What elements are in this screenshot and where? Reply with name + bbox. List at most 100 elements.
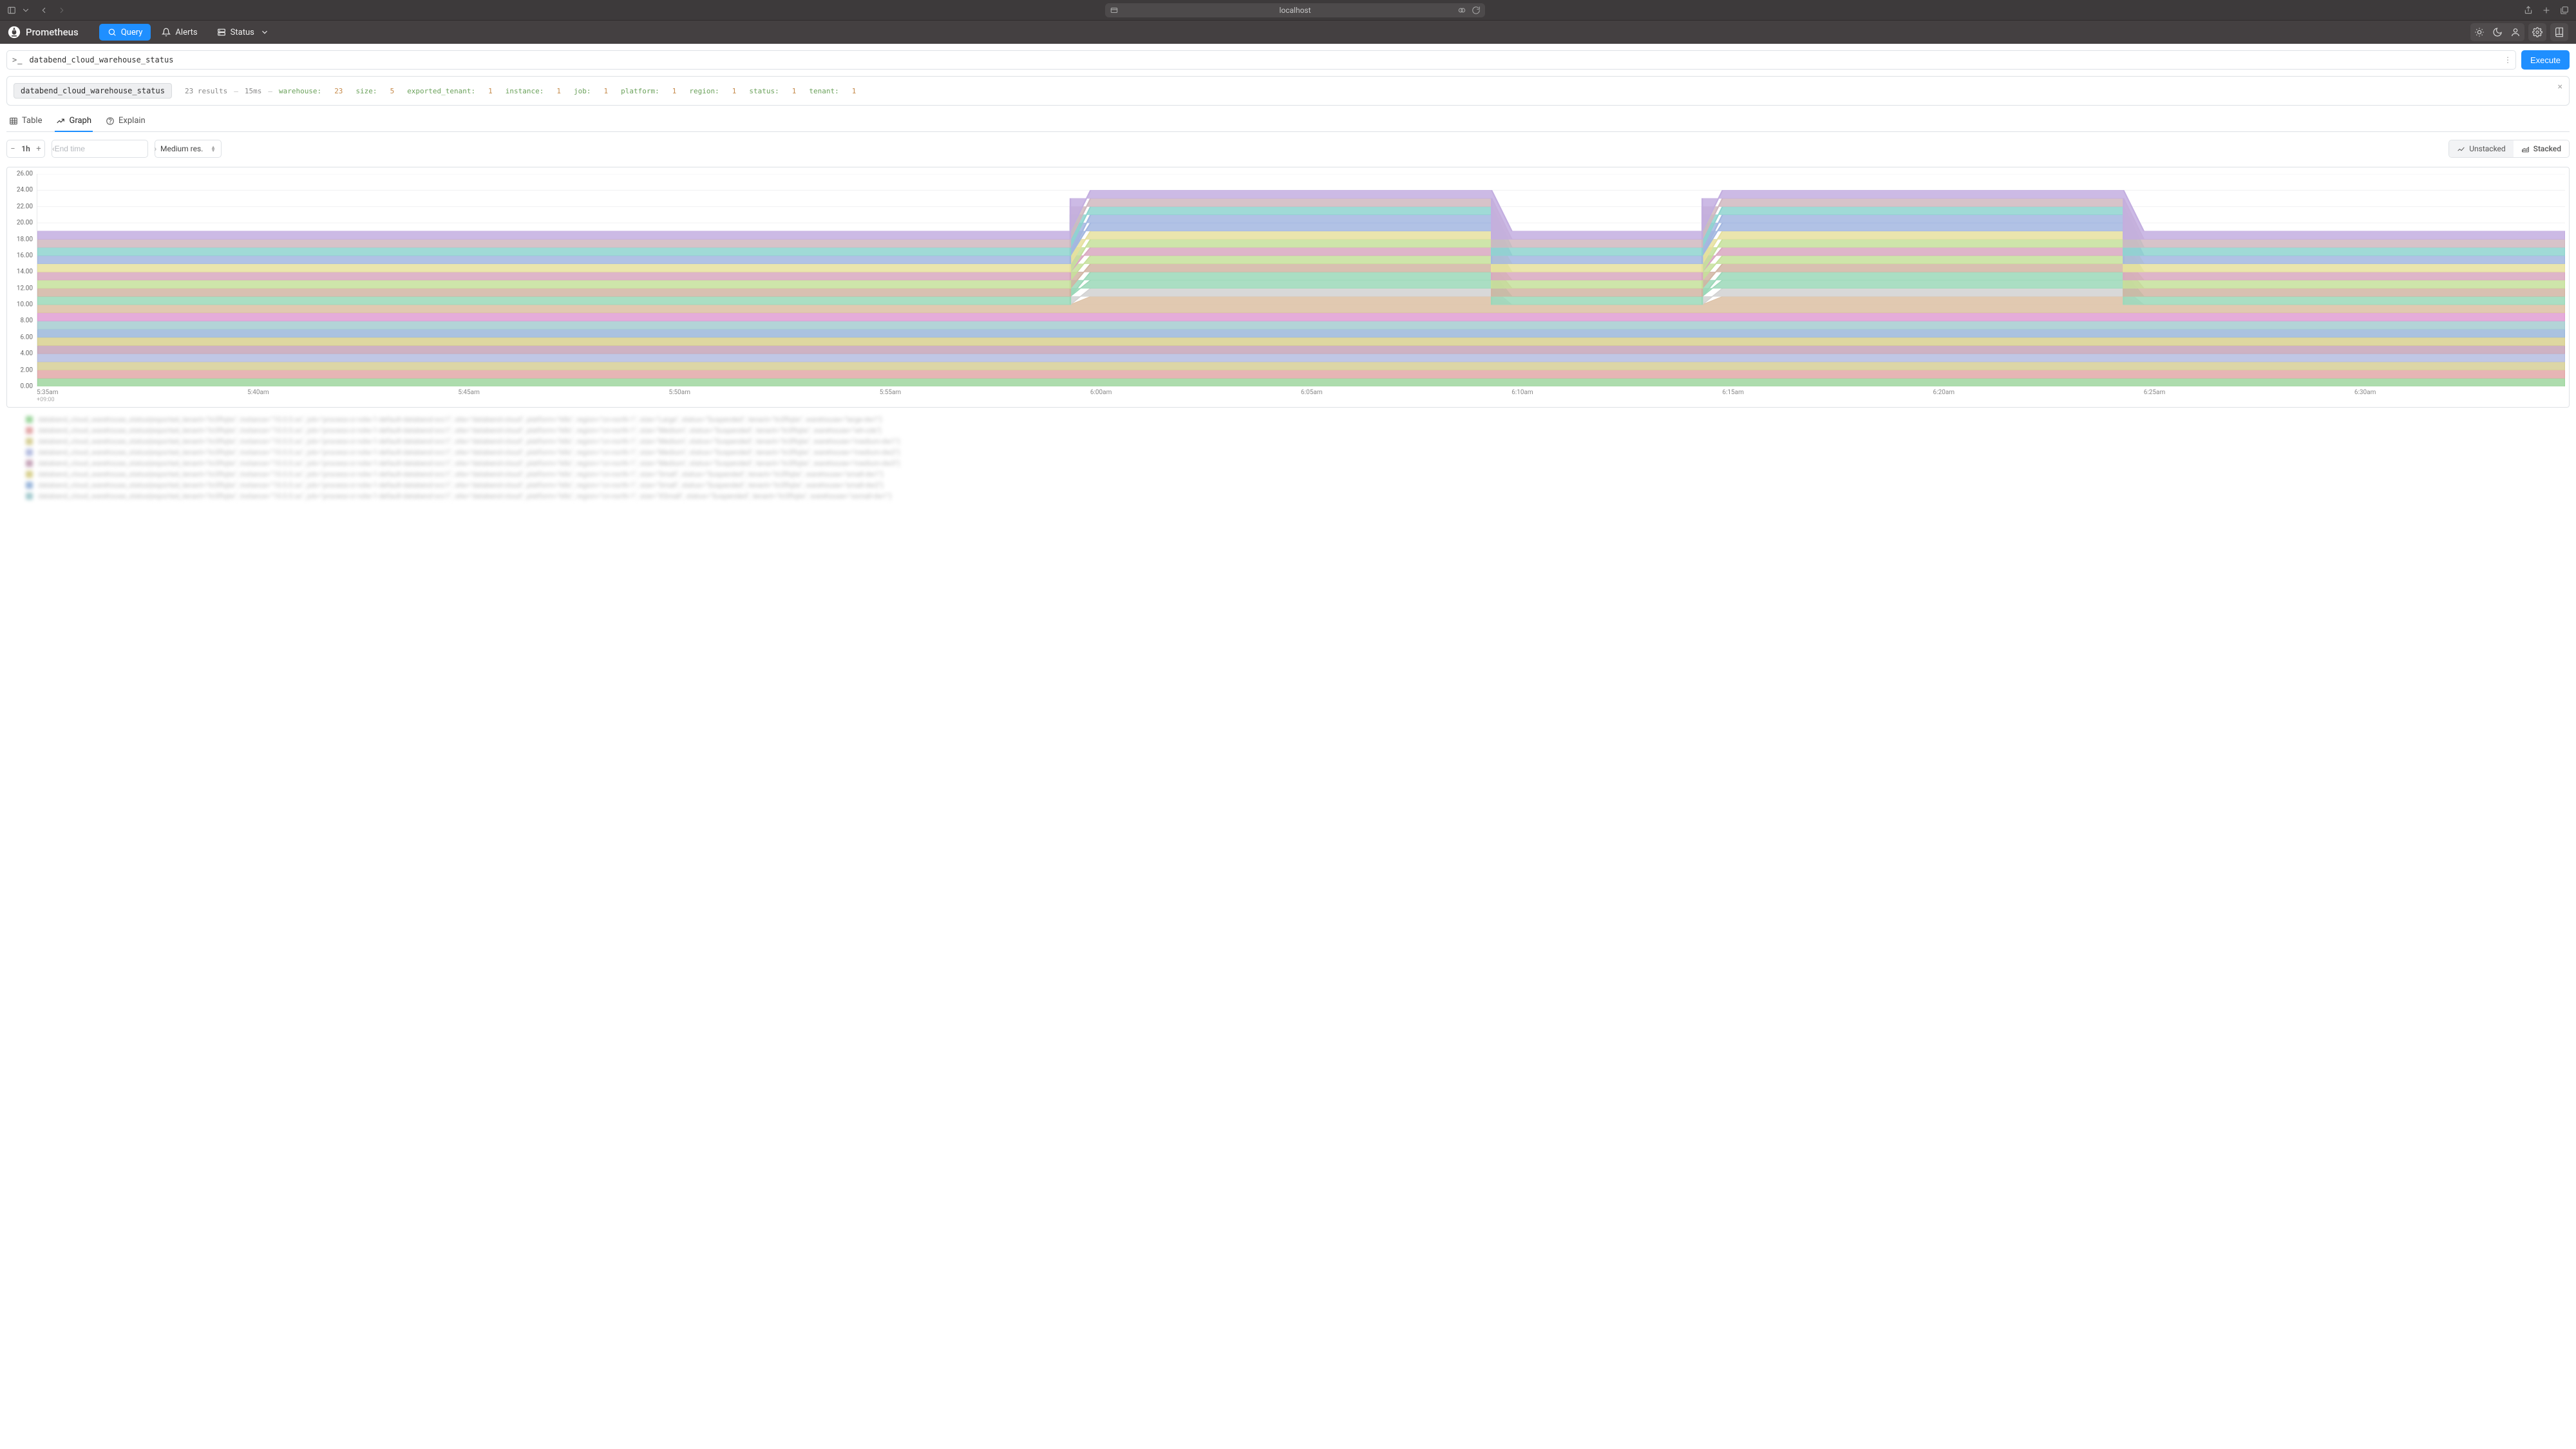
x-tick: 6:20am [1933, 389, 2144, 404]
theme-toggle-group [2470, 23, 2524, 41]
x-tick: 6:10am [1511, 389, 1722, 404]
y-tick: 20.00 [17, 220, 33, 227]
share-icon[interactable] [2523, 5, 2533, 15]
docs-button[interactable] [2550, 23, 2568, 41]
tab-graph[interactable]: Graph [55, 111, 93, 132]
book-icon [2554, 27, 2564, 37]
translate-icon[interactable] [1457, 5, 1467, 15]
nav-status[interactable]: Status [209, 24, 278, 41]
legend-swatch [26, 482, 33, 489]
chevron-down-icon[interactable] [21, 5, 31, 15]
x-tick: 6:15am [1722, 389, 1933, 404]
y-tick: 22.00 [17, 203, 33, 210]
legend-row[interactable]: databend_cloud_warehouse_status{exported… [26, 492, 2570, 500]
y-tick: 16.00 [17, 252, 33, 259]
range-increase[interactable]: + [33, 144, 44, 154]
series-area[interactable] [37, 362, 2565, 370]
theme-dark[interactable] [2488, 23, 2506, 41]
legend-text: databend_cloud_warehouse_status{exported… [38, 470, 884, 478]
legend-swatch [26, 416, 33, 423]
legend-row[interactable]: databend_cloud_warehouse_status{exported… [26, 448, 2570, 457]
prompt-icon: >_ [12, 55, 23, 64]
theme-auto[interactable] [2506, 23, 2524, 41]
bell-icon [162, 28, 171, 37]
series-area[interactable] [37, 346, 2565, 354]
select-stepper-icon: ▲▼ [211, 146, 216, 152]
site-info-icon[interactable] [1109, 5, 1119, 15]
y-tick: 24.00 [17, 187, 33, 194]
y-tick: 26.00 [17, 171, 33, 178]
explain-icon [106, 117, 115, 126]
resolution-value: Medium res. [160, 144, 203, 153]
end-time-input[interactable]: ‹ › [52, 140, 148, 158]
end-time-field[interactable] [55, 140, 155, 157]
legend-text: databend_cloud_warehouse_status{exported… [38, 448, 900, 457]
results-meta: 23 results – 15ms – warehouse: 23 size: … [185, 87, 856, 95]
plot-area[interactable] [37, 174, 2565, 386]
nav-query[interactable]: Query [99, 24, 151, 41]
main-body: >_ databend_cloud_warehouse_status ⋮ Exe… [0, 44, 2576, 1449]
metric-name-pill[interactable]: databend_cloud_warehouse_status [14, 83, 172, 99]
brand-text: Prometheus [26, 26, 79, 38]
x-axis: 5:35am5:40am5:45am5:50am5:55am6:00am6:05… [37, 386, 2565, 404]
legend-text: databend_cloud_warehouse_status{exported… [38, 415, 882, 424]
legend-row[interactable]: databend_cloud_warehouse_status{exported… [26, 459, 2570, 468]
y-tick: 14.00 [17, 269, 33, 276]
legend-swatch [26, 427, 33, 434]
series-area[interactable] [37, 329, 2565, 337]
search-icon [108, 28, 117, 37]
theme-light[interactable] [2470, 23, 2488, 41]
series-area[interactable] [37, 313, 2565, 321]
series-area[interactable] [37, 370, 2565, 379]
x-tick: 6:00am [1090, 389, 1301, 404]
range-value: 1h [19, 144, 33, 153]
legend-swatch [26, 438, 33, 445]
query-expression-text: databend_cloud_warehouse_status [29, 55, 173, 64]
legend-row[interactable]: databend_cloud_warehouse_status{exported… [26, 470, 2570, 478]
results-summary: × databend_cloud_warehouse_status 23 res… [6, 76, 2570, 106]
y-tick: 6.00 [21, 334, 33, 341]
range-decrease[interactable]: − [7, 144, 19, 154]
unstacked-icon [2457, 145, 2465, 153]
legend-row[interactable]: databend_cloud_warehouse_status{exported… [26, 415, 2570, 424]
legend-row[interactable]: databend_cloud_warehouse_status{exported… [26, 426, 2570, 435]
legend: databend_cloud_warehouse_status{exported… [26, 415, 2570, 500]
address-bar[interactable]: localhost [1105, 3, 1485, 17]
series-area[interactable] [37, 378, 2565, 386]
server-icon [217, 28, 226, 37]
tab-explain[interactable]: Explain [104, 111, 147, 132]
sidebar-toggle-icon[interactable] [6, 5, 17, 15]
time-next[interactable]: › [155, 144, 157, 153]
settings-button[interactable] [2528, 23, 2546, 41]
tab-table[interactable]: Table [8, 111, 43, 132]
graph-icon [56, 117, 65, 126]
range-stepper[interactable]: − 1h + [6, 140, 45, 158]
series-area[interactable] [37, 337, 2565, 346]
table-icon [9, 117, 18, 126]
query-input[interactable]: >_ databend_cloud_warehouse_status ⋮ [6, 50, 2516, 70]
y-tick: 0.00 [21, 383, 33, 390]
legend-row[interactable]: databend_cloud_warehouse_status{exported… [26, 437, 2570, 446]
legend-row[interactable]: databend_cloud_warehouse_status{exported… [26, 481, 2570, 489]
series-area[interactable] [37, 354, 2565, 362]
back-icon[interactable] [39, 5, 49, 15]
user-icon [2510, 27, 2521, 37]
query-menu-icon[interactable]: ⋮ [2504, 55, 2512, 64]
new-tab-icon[interactable] [2541, 5, 2552, 15]
y-tick: 2.00 [21, 366, 33, 374]
stacked-option[interactable]: Stacked [2514, 140, 2569, 157]
y-tick: 18.00 [17, 236, 33, 243]
resolution-select[interactable]: Medium res. ▲▼ [155, 140, 222, 158]
close-summary-button[interactable]: × [2558, 82, 2562, 92]
forward-icon [57, 5, 67, 15]
reload-icon[interactable] [1471, 5, 1481, 15]
execute-button[interactable]: Execute [2521, 50, 2570, 70]
prometheus-logo-icon [8, 26, 21, 39]
x-tick: 5:45am [458, 389, 668, 404]
brand[interactable]: Prometheus [8, 26, 79, 39]
nav-alerts[interactable]: Alerts [153, 24, 205, 41]
tabs-icon[interactable] [2559, 5, 2570, 15]
legend-swatch [26, 449, 33, 456]
unstacked-option[interactable]: Unstacked [2449, 140, 2513, 157]
series-area[interactable] [37, 321, 2565, 329]
